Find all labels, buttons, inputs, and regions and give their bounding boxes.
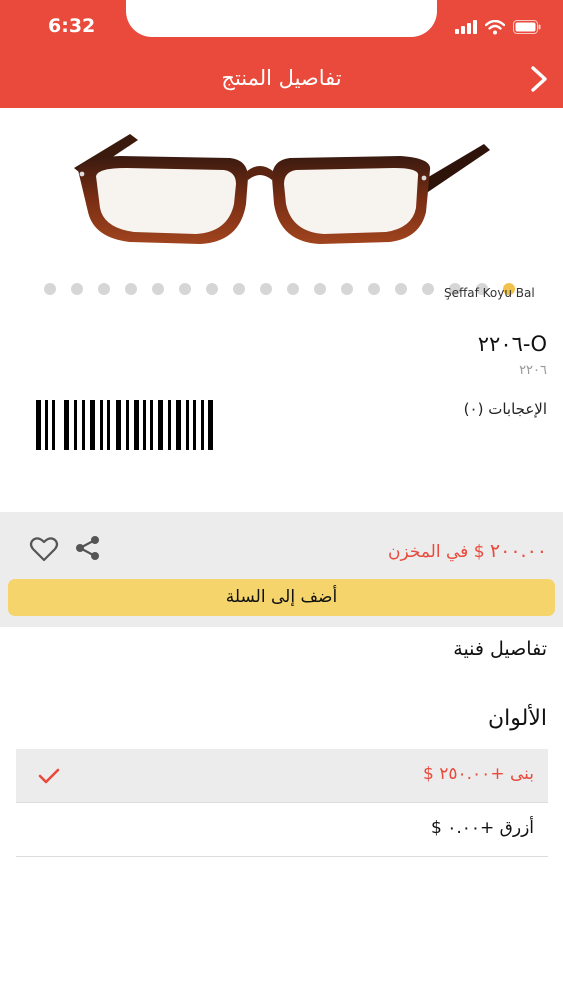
app-header: 6:32 تفاصيل المنتج [0,0,563,108]
pager-dot[interactable] [125,283,137,295]
pager-dot[interactable] [260,283,272,295]
pager-dot[interactable] [395,283,407,295]
pager-dot[interactable] [422,283,434,295]
pager-dot[interactable] [287,283,299,295]
pager-dot[interactable] [44,283,56,295]
price-line: ٢٠٠.٠٠ $ في المخزن [388,540,547,562]
technical-details-link[interactable]: تفاصيل فنية [453,638,547,660]
chevron-back-icon [531,66,547,92]
pager-dot[interactable] [314,283,326,295]
color-option-brown[interactable]: بنى +٢٥٠.٠٠ $ [16,749,548,803]
battery-icon [513,20,541,34]
device-notch [126,0,437,37]
heart-icon[interactable] [29,535,59,563]
colors-heading: الألوان [488,706,547,731]
page-title: تفاصيل المنتج [221,66,342,90]
checkmark-icon [38,768,60,784]
price-value: ٢٠٠.٠٠ [489,540,547,562]
pager-dot[interactable] [71,283,83,295]
stock-status: في المخزن [388,542,469,562]
pager-dot[interactable] [341,283,353,295]
add-to-cart-button[interactable]: أضف إلى السلة [8,579,555,616]
pager-dot[interactable] [206,283,218,295]
pager-dot[interactable] [152,283,164,295]
pager-dot[interactable] [98,283,110,295]
color-option-label: بنى +٢٥٠.٠٠ $ [423,764,534,784]
image-color-caption: Şeffaf Koyu Bal [444,286,535,300]
price-currency: $ [473,542,485,562]
pager-dot[interactable] [368,283,380,295]
product-code: ٢٢٠٦ [519,363,547,378]
eyeglasses-image [74,134,490,244]
color-option-label: أزرق +٠.٠٠ $ [430,818,534,838]
color-option-blue[interactable]: أزرق +٠.٠٠ $ [16,803,548,857]
share-icon[interactable] [74,534,102,562]
barcode-image [36,400,213,450]
status-time: 6:32 [48,15,96,37]
likes-count: الإعجابات (٠) [463,400,547,418]
wifi-icon [485,19,505,34]
status-icons [455,17,541,37]
pager-dot[interactable] [179,283,191,295]
back-button[interactable] [524,62,554,96]
signal-icon [455,20,477,34]
product-name: O-٢٢٠٦ [477,332,547,356]
pager-dot[interactable] [233,283,245,295]
